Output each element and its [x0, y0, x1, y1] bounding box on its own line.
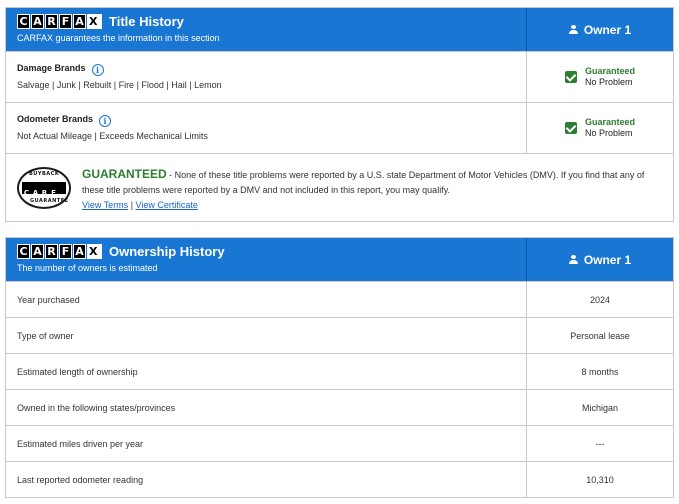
guarantee-box: BUYBACK C A R FA GUARANTEE GUARANTEED - Non…	[6, 153, 673, 221]
buyback-guarantee-seal: BUYBACK C A R FA GUARANTEE	[17, 167, 71, 215]
odometer-brands-list: Not Actual Mileage | Exceeds Mechanical …	[17, 131, 208, 141]
section-title: Title History	[109, 14, 184, 29]
user-icon	[568, 25, 578, 34]
row-value: 2024	[589, 294, 611, 305]
section-subtitle: CARFAX guarantees the information in thi…	[17, 33, 220, 43]
row-value: 10,310	[586, 474, 614, 485]
row-value: Michigan	[581, 402, 619, 413]
section-title: Ownership History	[109, 244, 225, 259]
row-label: Estimated length of ownership	[17, 366, 138, 377]
table-row: Estimated miles driven per year ---	[6, 425, 673, 461]
owner-column-header: Owner 1	[527, 8, 673, 51]
check-icon	[564, 122, 577, 134]
ownership-history-panel: CARFA Ownership History The number of ow…	[5, 237, 674, 498]
table-row: Last reported odometer reading 10,310	[6, 461, 673, 497]
table-row: Estimated length of ownership 8 months	[6, 353, 673, 389]
view-terms-link[interactable]: View Terms	[82, 200, 128, 210]
table-row: Type of owner Personal lease	[6, 317, 673, 353]
guarantee-description: - None of these title problems were repo…	[82, 170, 645, 195]
odometer-brands-title: Odometer Brands	[17, 114, 94, 124]
guaranteed-status: Guaranteed No Problem	[564, 117, 635, 139]
check-icon	[564, 71, 577, 83]
guaranteed-heading: GUARANTEED	[82, 167, 167, 181]
table-row: Owned in the following states/provinces …	[6, 389, 673, 425]
guaranteed-status: Guaranteed No Problem	[564, 66, 635, 88]
row-label: Owned in the following states/provinces	[17, 402, 176, 413]
damage-brands-title: Damage Brands	[17, 63, 86, 73]
damage-brands-list: Salvage | Junk | Rebuilt | Fire | Flood …	[17, 80, 222, 90]
row-value: Personal lease	[570, 330, 630, 341]
row-label: Estimated miles driven per year	[17, 438, 144, 449]
carfax-logo: CARFA	[17, 14, 102, 29]
section-subtitle: The number of owners is estimated	[17, 263, 158, 273]
row-label: Type of owner	[17, 330, 74, 341]
view-certificate-link[interactable]: View Certificate	[136, 200, 198, 210]
row-label: Last reported odometer reading	[17, 474, 144, 485]
carfax-logo: CARFA	[17, 244, 102, 259]
info-icon[interactable]: i	[99, 115, 112, 127]
user-icon	[568, 255, 578, 264]
row-value: ---	[595, 438, 605, 449]
info-icon[interactable]: i	[91, 64, 104, 76]
row-label: Year purchased	[17, 294, 80, 305]
damage-brands-row: Damage Brands i Salvage | Junk | Rebuilt …	[6, 51, 673, 102]
table-row: Year purchased 2024	[6, 281, 673, 317]
title-history-panel: CARFA Title History CARFAX guarantees th…	[5, 7, 674, 222]
odometer-brands-row: Odometer Brands i Not Actual Mileage | Ex…	[6, 102, 673, 153]
title-history-header: CARFA Title History CARFAX guarantees th…	[6, 8, 673, 51]
owner-column-header: Owner 1	[527, 238, 673, 281]
row-value: 8 months	[581, 366, 619, 377]
ownership-history-header: CARFA Ownership History The number of ow…	[6, 238, 673, 281]
